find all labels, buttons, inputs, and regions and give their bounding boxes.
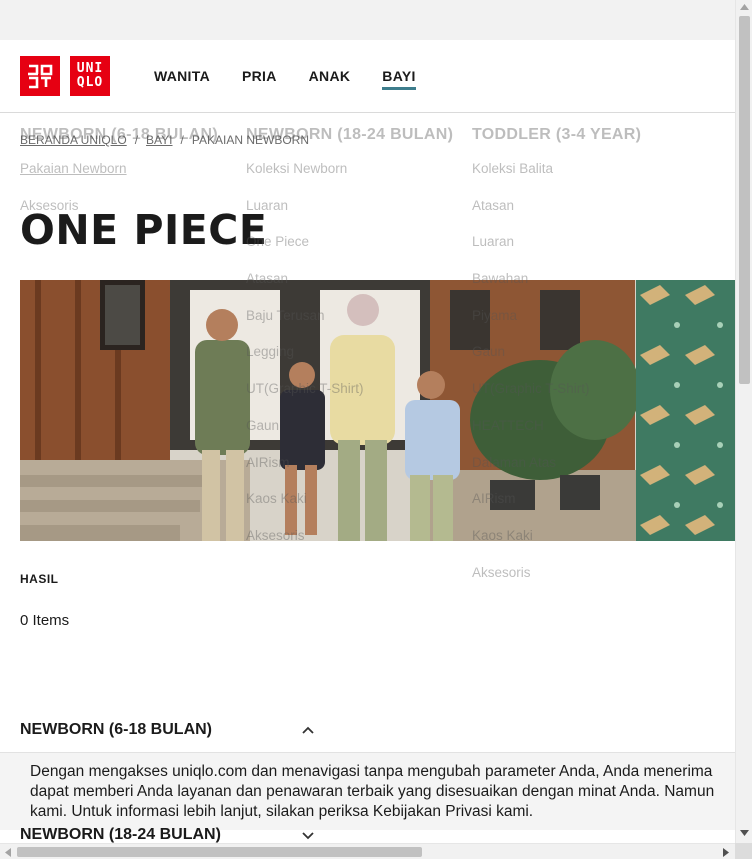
breadcrumb-separator: / [134, 133, 139, 147]
chevron-up-icon [302, 726, 314, 734]
mega-menu-item[interactable]: Koleksi Balita [472, 160, 641, 197]
breadcrumb-separator: / [180, 133, 184, 147]
scroll-right-arrow-icon[interactable] [723, 848, 729, 857]
mega-menu-item[interactable]: Aksesoris [472, 564, 641, 601]
nav-anak[interactable]: ANAK [309, 40, 351, 113]
cookie-text-line: kami. Untuk informasi lebih lanjut, sila… [30, 803, 534, 820]
cookie-consent-banner: Dengan mengakses uniqlo.com dan menaviga… [0, 752, 735, 830]
results-label: HASIL [20, 572, 59, 586]
nav-wanita[interactable]: WANITA [154, 40, 210, 113]
hero-banner-image [20, 280, 735, 541]
page: UNI QLO WANITA PRIA ANAK BAYI BERANDA UN… [0, 40, 735, 843]
breadcrumb-bayi[interactable]: BAYI [146, 133, 172, 147]
mega-menu-item[interactable]: Koleksi Newborn [246, 160, 453, 197]
vertical-scrollbar[interactable] [735, 0, 752, 843]
scroll-up-arrow-icon[interactable] [740, 4, 749, 10]
mega-column-heading[interactable]: TODDLER (3-4 YEAR) [472, 126, 641, 146]
scrollbar-corner [735, 843, 752, 859]
breadcrumb-home[interactable]: BERANDA UNIQLO [20, 133, 127, 147]
mega-menu-item[interactable]: Luaran [472, 233, 641, 270]
main-nav: WANITA PRIA ANAK BAYI [154, 40, 417, 113]
logo-wordmark-box: UNI QLO [70, 56, 110, 96]
horizontal-scroll-thumb[interactable] [17, 847, 422, 857]
logo-katakana-box [20, 56, 60, 96]
logo-katakana-icon [28, 64, 53, 89]
scroll-down-arrow-icon[interactable] [740, 830, 749, 836]
mega-menu-item[interactable]: Atasan [472, 197, 641, 234]
page-title: ONE PIECE [20, 206, 268, 254]
uniqlo-logo[interactable]: UNI QLO [20, 56, 110, 96]
mega-menu-item[interactable]: Pakaian Newborn [20, 160, 218, 197]
logo-wordmark-top: UNI [76, 61, 104, 76]
mega-menu-item[interactable]: One Piece [246, 233, 453, 270]
breadcrumb: BERANDA UNIQLO / BAYI / PAKAIAN NEWBORN [20, 133, 309, 147]
vertical-scroll-thumb[interactable] [739, 16, 750, 384]
nav-pria[interactable]: PRIA [242, 40, 277, 113]
horizontal-scrollbar[interactable] [0, 843, 735, 859]
browser-top-strip [0, 0, 735, 40]
logo-wordmark-bottom: QLO [76, 75, 104, 90]
item-count: 0 Items [20, 612, 70, 629]
breadcrumb-current: PAKAIAN NEWBORN [191, 133, 309, 147]
chevron-down-icon [302, 832, 314, 840]
site-header: UNI QLO WANITA PRIA ANAK BAYI [0, 40, 735, 113]
scroll-left-arrow-icon[interactable] [5, 848, 11, 857]
filter-accordion-newborn-6-18[interactable]: NEWBORN (6-18 BULAN) [20, 721, 315, 739]
accordion-label: NEWBORN (6-18 BULAN) [20, 721, 212, 738]
filter-accordion-newborn-18-24[interactable]: NEWBORN (18-24 BULAN) [20, 826, 315, 843]
hero-family-photo [20, 280, 735, 541]
cookie-text-line: Dengan mengakses uniqlo.com dan menaviga… [30, 763, 713, 780]
cookie-text-line: dapat memberi Anda layanan dan penawaran… [30, 783, 715, 800]
nav-bayi[interactable]: BAYI [382, 40, 417, 113]
mega-menu-item[interactable]: Luaran [246, 197, 453, 234]
accordion-label: NEWBORN (18-24 BULAN) [20, 826, 221, 843]
